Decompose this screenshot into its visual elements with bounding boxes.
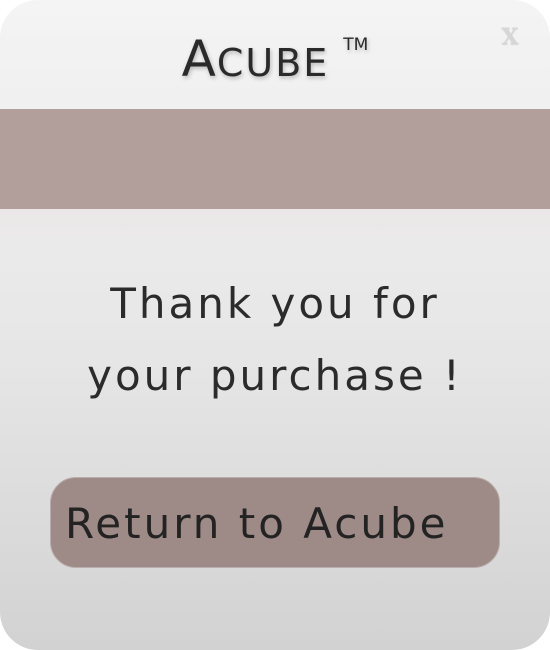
message-line-1: Thank you for — [110, 279, 440, 328]
app-title-initial: A — [181, 30, 217, 88]
banner-fade — [0, 209, 550, 249]
message-line-2: your purchase ! — [87, 351, 463, 400]
thank-you-message: Thank you for your purchase ! — [0, 268, 550, 412]
purchase-confirmation-window: ACUBE TM X Thank you for your purchase ! … — [0, 0, 550, 650]
return-button-label: Return to Acube — [65, 499, 449, 548]
close-button[interactable]: X — [498, 24, 522, 50]
trademark-mark: TM — [343, 35, 369, 55]
accent-banner — [0, 109, 550, 209]
app-title-rest: CUBE — [216, 41, 330, 85]
app-title: ACUBE TM — [0, 30, 550, 88]
close-icon: X — [501, 24, 519, 50]
return-to-acube-button[interactable]: Return to Acube — [50, 477, 500, 568]
window-header: ACUBE TM X — [0, 0, 550, 109]
